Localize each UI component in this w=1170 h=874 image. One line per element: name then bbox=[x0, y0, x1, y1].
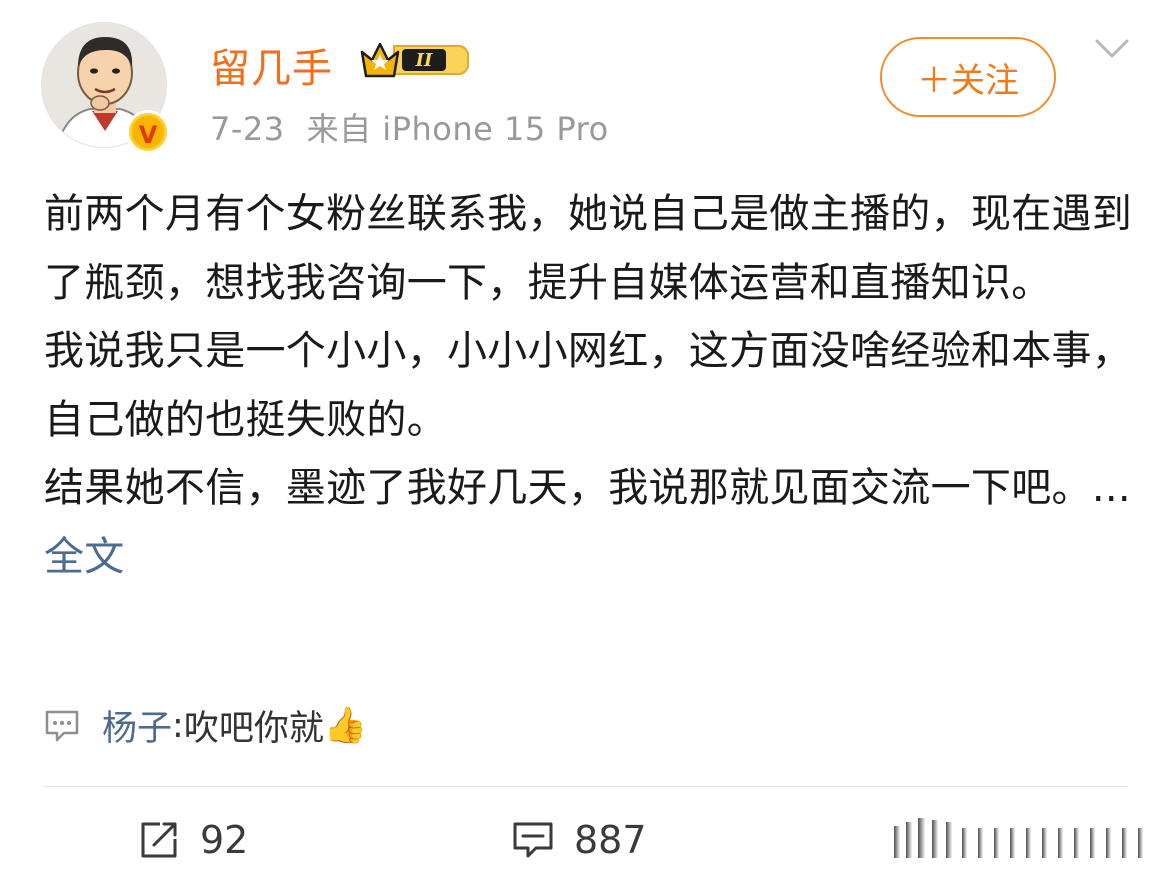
comment-bubble-icon bbox=[45, 710, 79, 741]
follow-button[interactable]: ＋关注 bbox=[880, 37, 1056, 117]
repost-button[interactable]: 92 bbox=[138, 818, 248, 862]
comment-text: 吹吧你就 bbox=[183, 709, 324, 749]
author-name[interactable]: 留几手 bbox=[210, 36, 333, 94]
like-button[interactable] bbox=[886, 812, 1170, 868]
ellipsis: ... bbox=[1091, 465, 1131, 512]
full-text-link[interactable]: 全文 bbox=[44, 534, 125, 580]
chevron-down-icon[interactable] bbox=[1094, 36, 1130, 62]
post-paragraph: 结果她不信，墨迹了我好几天，我说那就见面交流一下吧。... 全文 bbox=[44, 465, 1131, 580]
commenter-name[interactable]: 杨子 bbox=[102, 700, 172, 751]
comment-icon bbox=[513, 822, 553, 858]
like-fade-icon bbox=[894, 818, 1143, 858]
comment-button[interactable]: 887 bbox=[512, 818, 647, 862]
crown-badge[interactable]: II bbox=[358, 38, 470, 86]
repost-icon bbox=[141, 822, 177, 858]
verified-badge-icon: V bbox=[126, 110, 170, 154]
repost-count: 92 bbox=[200, 818, 249, 862]
post-source: 来自 iPhone 15 Pro bbox=[306, 110, 609, 148]
comment-separator: : bbox=[172, 705, 184, 746]
hot-comment[interactable]: 杨子: 吹吧你就 👍 bbox=[44, 700, 367, 751]
thumbs-up-icon: 👍 bbox=[323, 706, 368, 746]
svg-text:II: II bbox=[415, 50, 433, 71]
post-body: 前两个月有个女粉丝联系我，她说自己是做主播的，现在遇到了瓶颈，想找我咨询一下，提… bbox=[44, 180, 1134, 592]
weibo-post-card: V 留几手 II 7-23 来自 iPhone 15 Pro ＋关注 前两个月有个… bbox=[0, 0, 1170, 874]
comment-count: 887 bbox=[574, 818, 647, 862]
post-meta: 7-23 来自 iPhone 15 Pro bbox=[210, 104, 609, 150]
crown-level-icon: II bbox=[360, 42, 469, 78]
post-date: 7-23 bbox=[210, 110, 285, 148]
divider bbox=[44, 786, 1128, 787]
post-paragraph: 我说我只是一个小小，小小小网红，这方面没啥经验和本事，自己做的也挺失败的。 bbox=[44, 328, 1133, 443]
post-paragraph: 前两个月有个女粉丝联系我，她说自己是做主播的，现在遇到了瓶颈，想找我咨询一下，提… bbox=[44, 191, 1133, 306]
